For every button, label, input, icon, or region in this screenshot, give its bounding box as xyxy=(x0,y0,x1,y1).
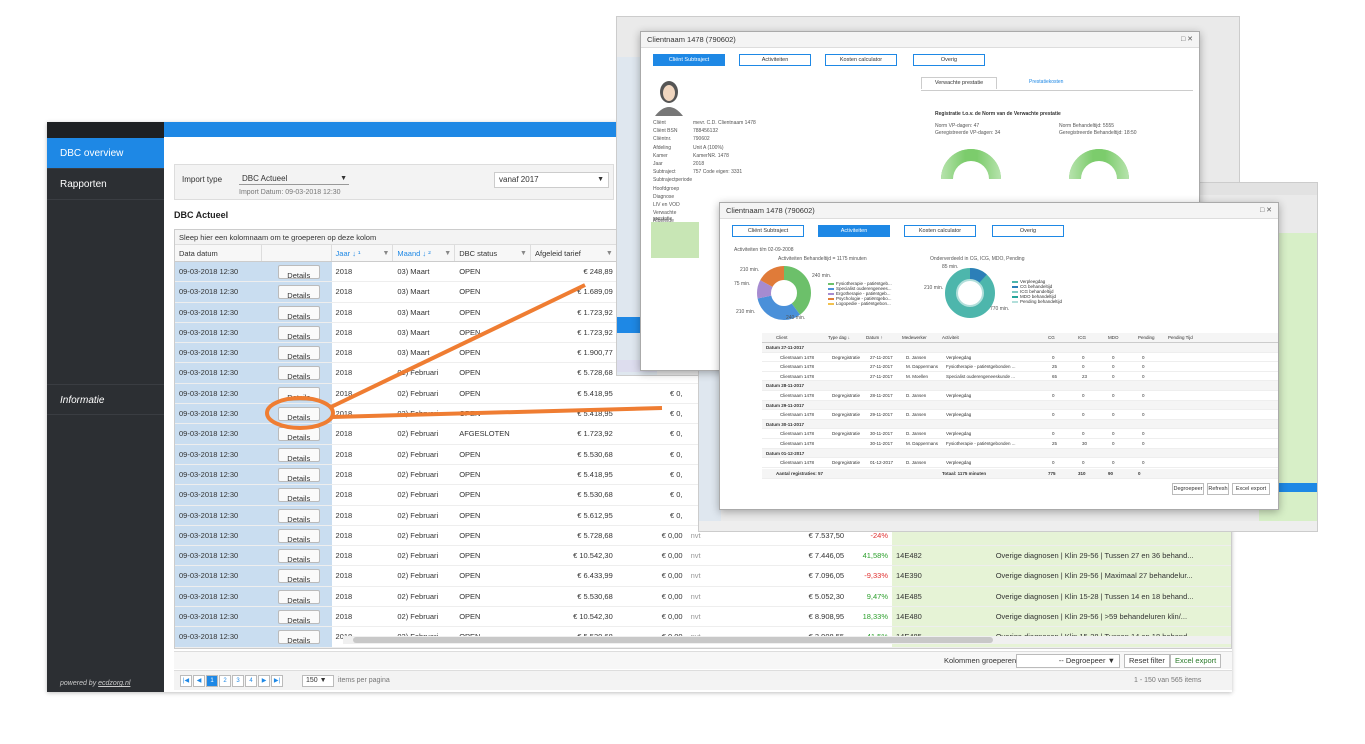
callout-arrow-2 xyxy=(331,406,663,419)
callout-overlay xyxy=(265,283,663,430)
callout-arrow-1 xyxy=(330,283,586,409)
details-highlight-circle xyxy=(265,396,335,430)
